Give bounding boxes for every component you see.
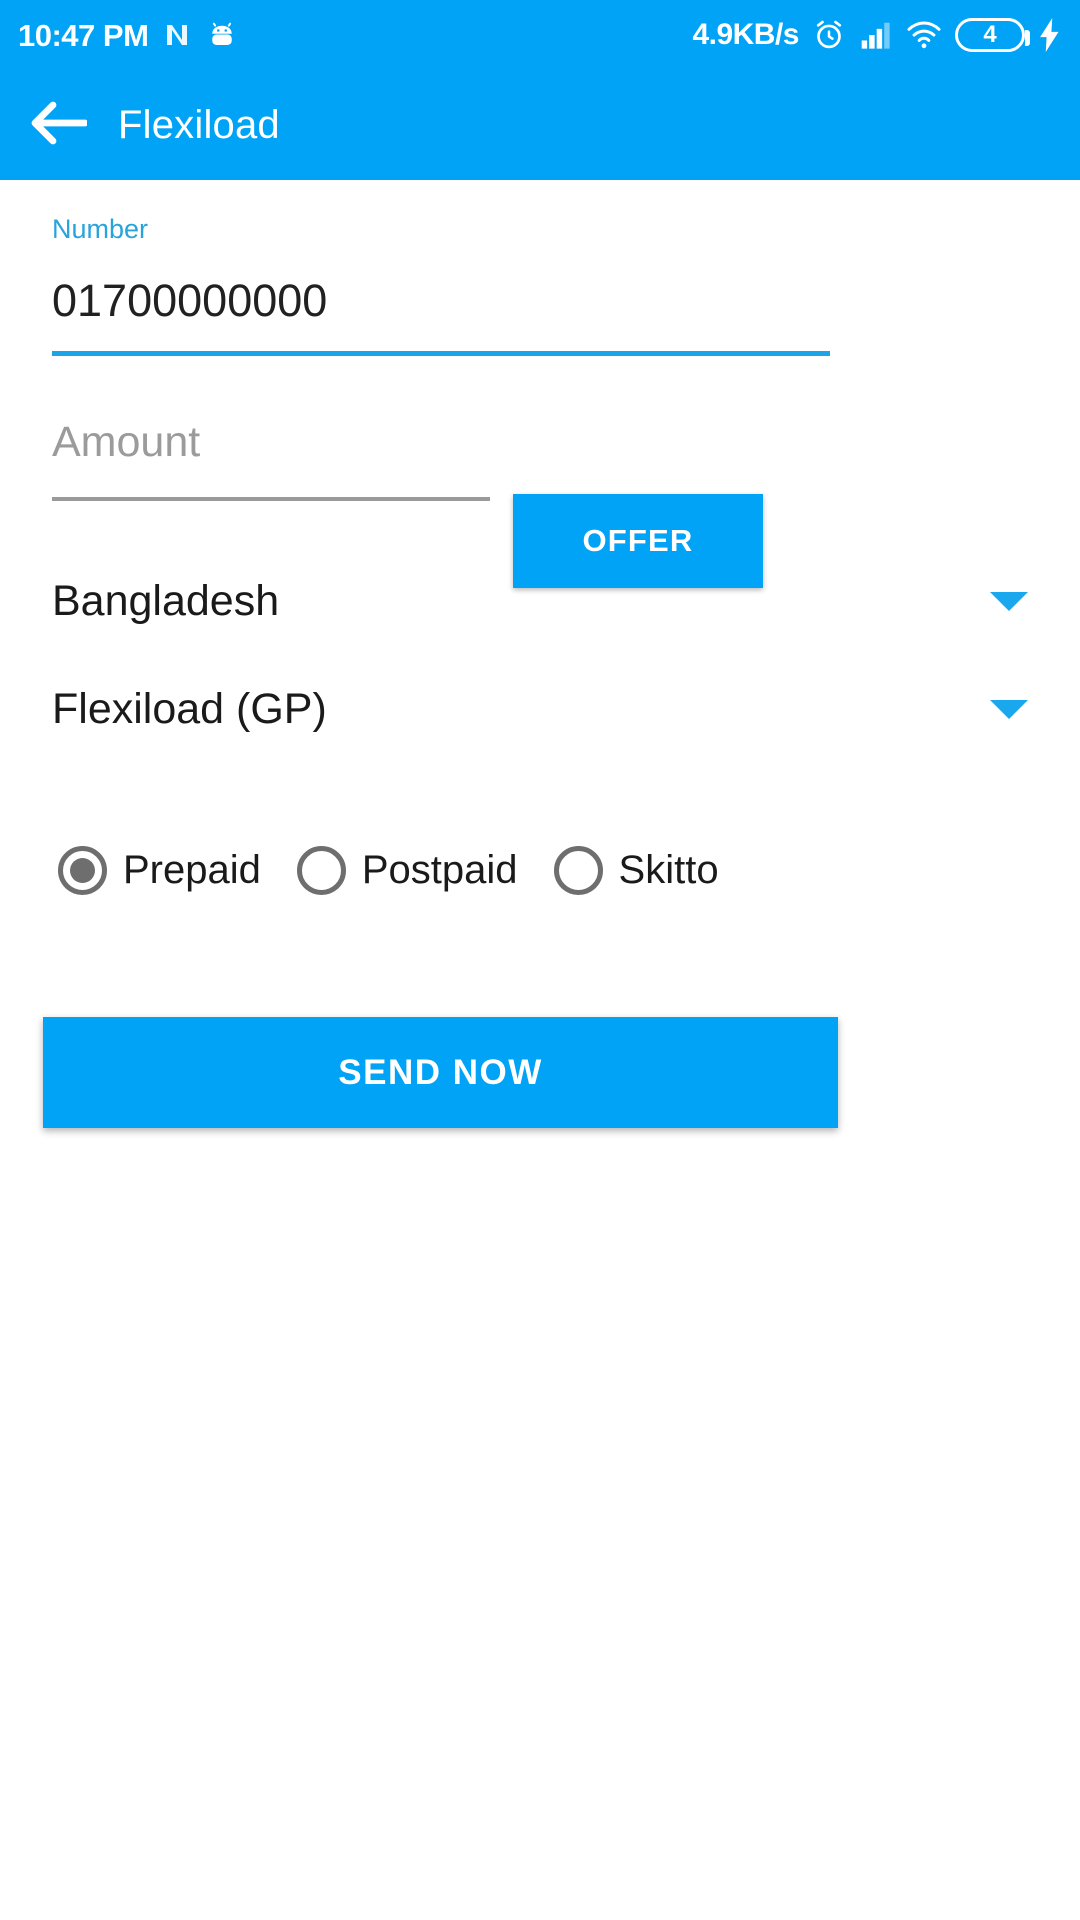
arrow-left-icon: [31, 101, 89, 150]
app-bar: Flexiload: [0, 70, 1080, 180]
page-title: Flexiload: [118, 102, 280, 147]
alarm-icon: [812, 18, 846, 52]
android-robot-icon: [206, 20, 238, 50]
battery-level-label: 4: [983, 21, 997, 48]
wifi-icon: [906, 20, 942, 50]
number-field-underline: [52, 351, 830, 356]
radio-dot-icon: [70, 857, 95, 883]
battery-icon: 4: [955, 18, 1030, 52]
status-bar-clock: 10:47 PM: [18, 17, 149, 53]
app-screen: 10:47 PM 4.9KB/s 4 Flexiload Number 0170…: [0, 0, 1080, 1920]
radio-label-skitto: Skitto: [618, 848, 719, 892]
send-now-button[interactable]: SEND NOW: [43, 1017, 838, 1128]
amount-field-underline: [52, 497, 490, 501]
radio-option-postpaid[interactable]: Postpaid: [296, 845, 518, 895]
chevron-down-icon: [990, 591, 1028, 611]
status-bar: 10:47 PM 4.9KB/s 4: [0, 0, 1080, 70]
amount-input[interactable]: [52, 418, 490, 467]
radio-label-prepaid: Prepaid: [123, 848, 261, 892]
radio-circle-icon: [296, 845, 346, 895]
radio-label-postpaid: Postpaid: [361, 848, 518, 892]
charging-bolt-icon: [1038, 18, 1062, 52]
network-speed-label: 4.9KB/s: [692, 18, 799, 51]
operator-spinner-value: Flexiload (GP): [52, 684, 327, 733]
number-input[interactable]: [52, 275, 830, 327]
radio-option-skitto[interactable]: Skitto: [553, 845, 719, 895]
country-spinner-value: Bangladesh: [52, 576, 280, 625]
chevron-down-icon: [990, 699, 1028, 719]
form-content: Number OFFER Bangladesh Flexiload (GP) P…: [0, 180, 1080, 1920]
status-bar-left: 10:47 PM: [18, 20, 238, 51]
number-field-group: Number: [52, 216, 830, 356]
radio-circle-icon: [553, 845, 603, 895]
signal-icon: [859, 20, 893, 50]
country-spinner[interactable]: Bangladesh: [52, 565, 1028, 637]
status-bar-right: 4.9KB/s 4: [692, 18, 1062, 52]
connection-type-radio-group: Prepaid Postpaid Skitto: [58, 835, 1018, 905]
radio-circle-icon: [58, 845, 107, 895]
radio-option-prepaid[interactable]: Prepaid: [58, 845, 261, 895]
number-field-label: Number: [52, 214, 149, 244]
amount-field-group: [52, 418, 490, 501]
nfc-icon: [162, 20, 192, 50]
operator-spinner[interactable]: Flexiload (GP): [52, 673, 1028, 745]
back-button[interactable]: [0, 70, 118, 180]
